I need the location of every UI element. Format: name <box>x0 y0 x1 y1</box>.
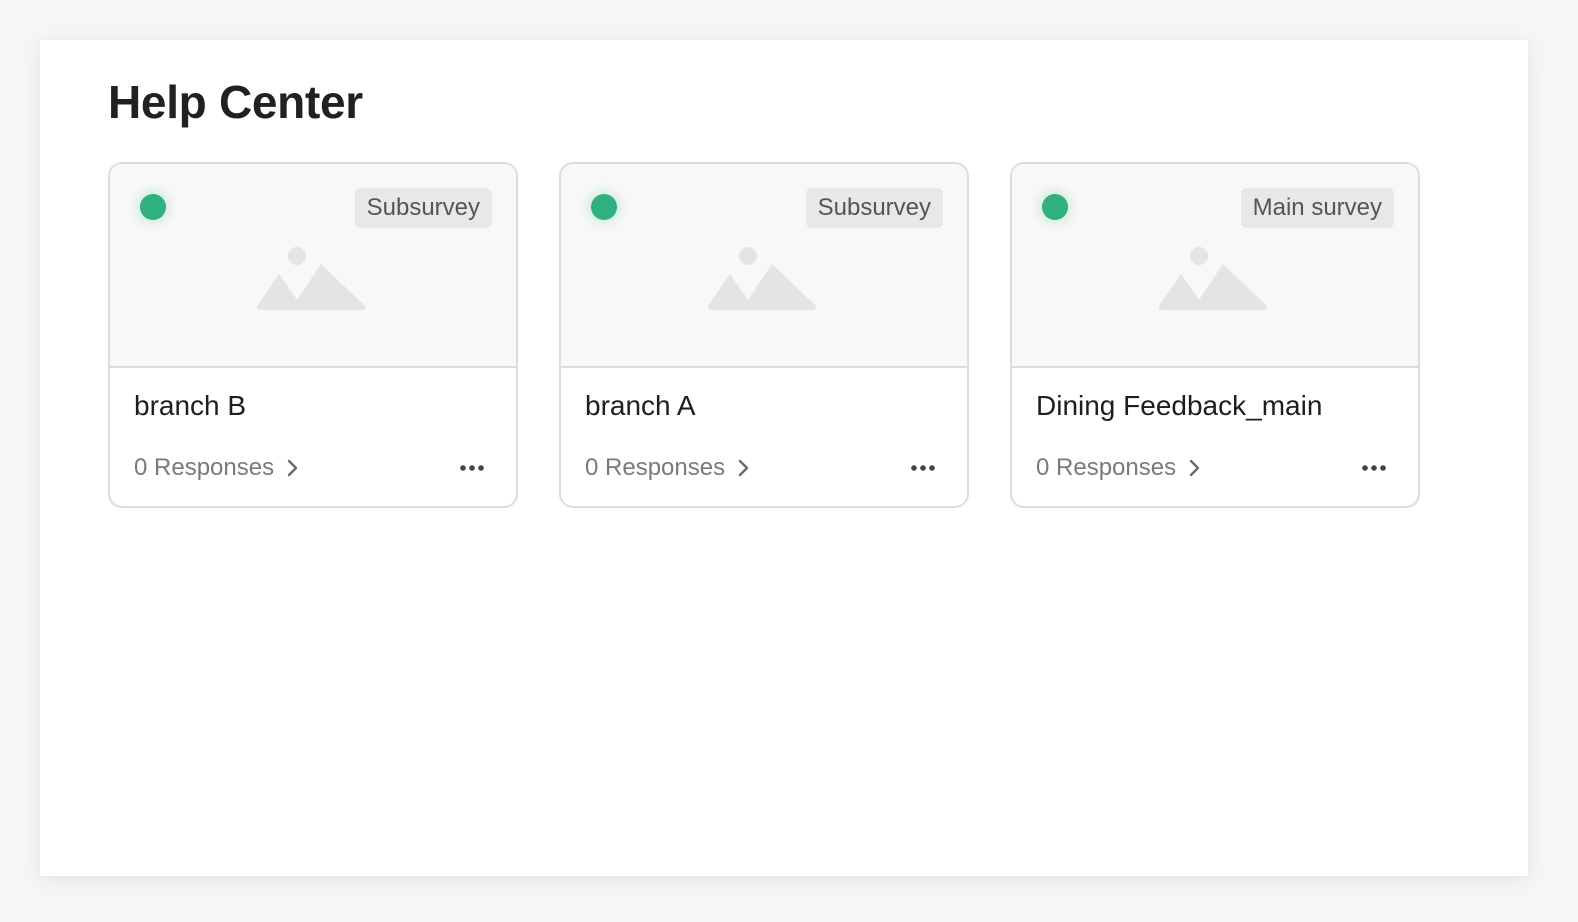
more-horizontal-icon <box>460 465 484 471</box>
survey-card[interactable]: Main survey Dining Feedback_main 0 Respo… <box>1010 162 1420 508</box>
image-placeholder-icon <box>257 247 366 310</box>
survey-thumbnail: Main survey <box>1012 164 1418 368</box>
survey-type-badge: Subsurvey <box>354 188 492 228</box>
survey-name: branch A <box>585 390 696 421</box>
responses-count: 0 Responses <box>1036 454 1177 481</box>
main-panel: Help Center Subsurvey branch B 0 Respons… <box>40 40 1528 876</box>
survey-thumbnail: Subsurvey <box>561 164 967 368</box>
survey-thumbnail: Subsurvey <box>110 164 516 368</box>
chevron-right-icon <box>738 459 749 477</box>
survey-card-body: branch A 0 Responses <box>561 368 967 506</box>
more-options-button[interactable] <box>1356 456 1392 480</box>
survey-card-list: Subsurvey branch B 0 Responses Subsurvey… <box>108 162 1420 508</box>
survey-type-badge: Subsurvey <box>805 188 943 228</box>
image-placeholder-icon <box>708 247 817 310</box>
responses-link[interactable]: 0 Responses <box>134 454 300 482</box>
survey-card-body: Dining Feedback_main 0 Responses <box>1012 368 1418 506</box>
more-options-button[interactable] <box>454 456 490 480</box>
survey-card[interactable]: Subsurvey branch B 0 Responses <box>108 162 518 508</box>
responses-link[interactable]: 0 Responses <box>1036 454 1202 482</box>
responses-count: 0 Responses <box>134 454 275 481</box>
survey-card-body: branch B 0 Responses <box>110 368 516 506</box>
more-options-button[interactable] <box>905 456 941 480</box>
more-horizontal-icon <box>911 465 935 471</box>
chevron-right-icon <box>1189 459 1200 477</box>
status-indicator <box>591 194 617 220</box>
survey-name: branch B <box>134 390 247 421</box>
status-indicator <box>1042 194 1068 220</box>
page-title: Help Center <box>108 76 363 128</box>
status-indicator <box>140 194 166 220</box>
survey-name: Dining Feedback_main <box>1036 390 1323 421</box>
survey-card[interactable]: Subsurvey branch A 0 Responses <box>559 162 969 508</box>
responses-link[interactable]: 0 Responses <box>585 454 751 482</box>
chevron-right-icon <box>287 459 298 477</box>
responses-count: 0 Responses <box>585 454 726 481</box>
more-horizontal-icon <box>1362 465 1386 471</box>
survey-type-badge: Main survey <box>1240 188 1394 228</box>
image-placeholder-icon <box>1159 247 1268 310</box>
